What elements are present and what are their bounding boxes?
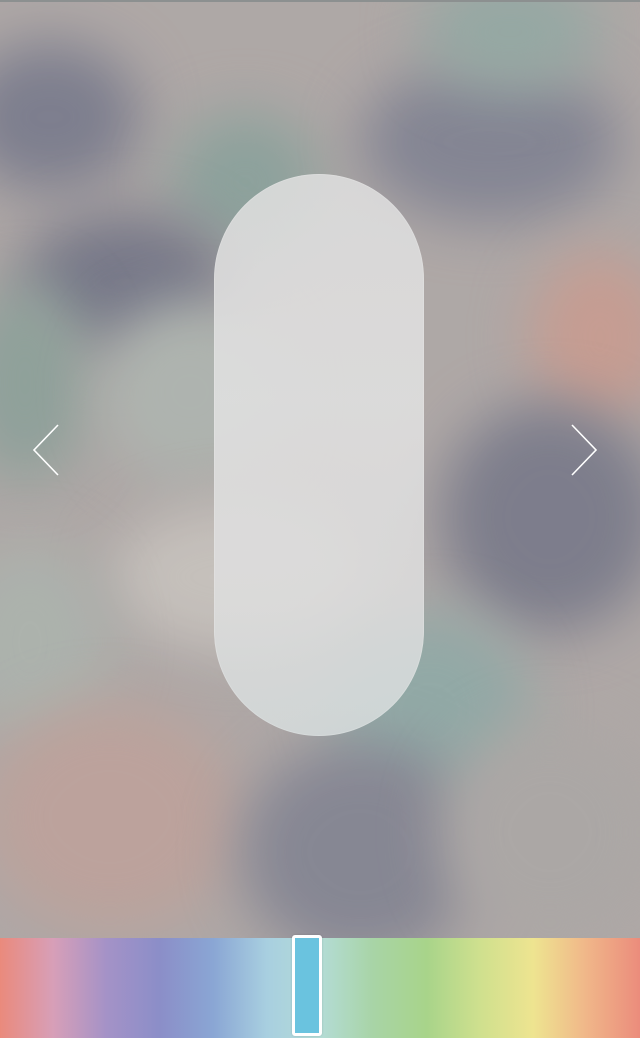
previous-button[interactable] xyxy=(32,424,60,476)
color-picker-screen xyxy=(0,0,640,1038)
next-button[interactable] xyxy=(570,424,598,476)
color-preview-pill xyxy=(214,174,424,736)
chevron-left-icon xyxy=(32,424,60,476)
color-selector-handle[interactable] xyxy=(292,935,322,1036)
chevron-right-icon xyxy=(570,424,598,476)
